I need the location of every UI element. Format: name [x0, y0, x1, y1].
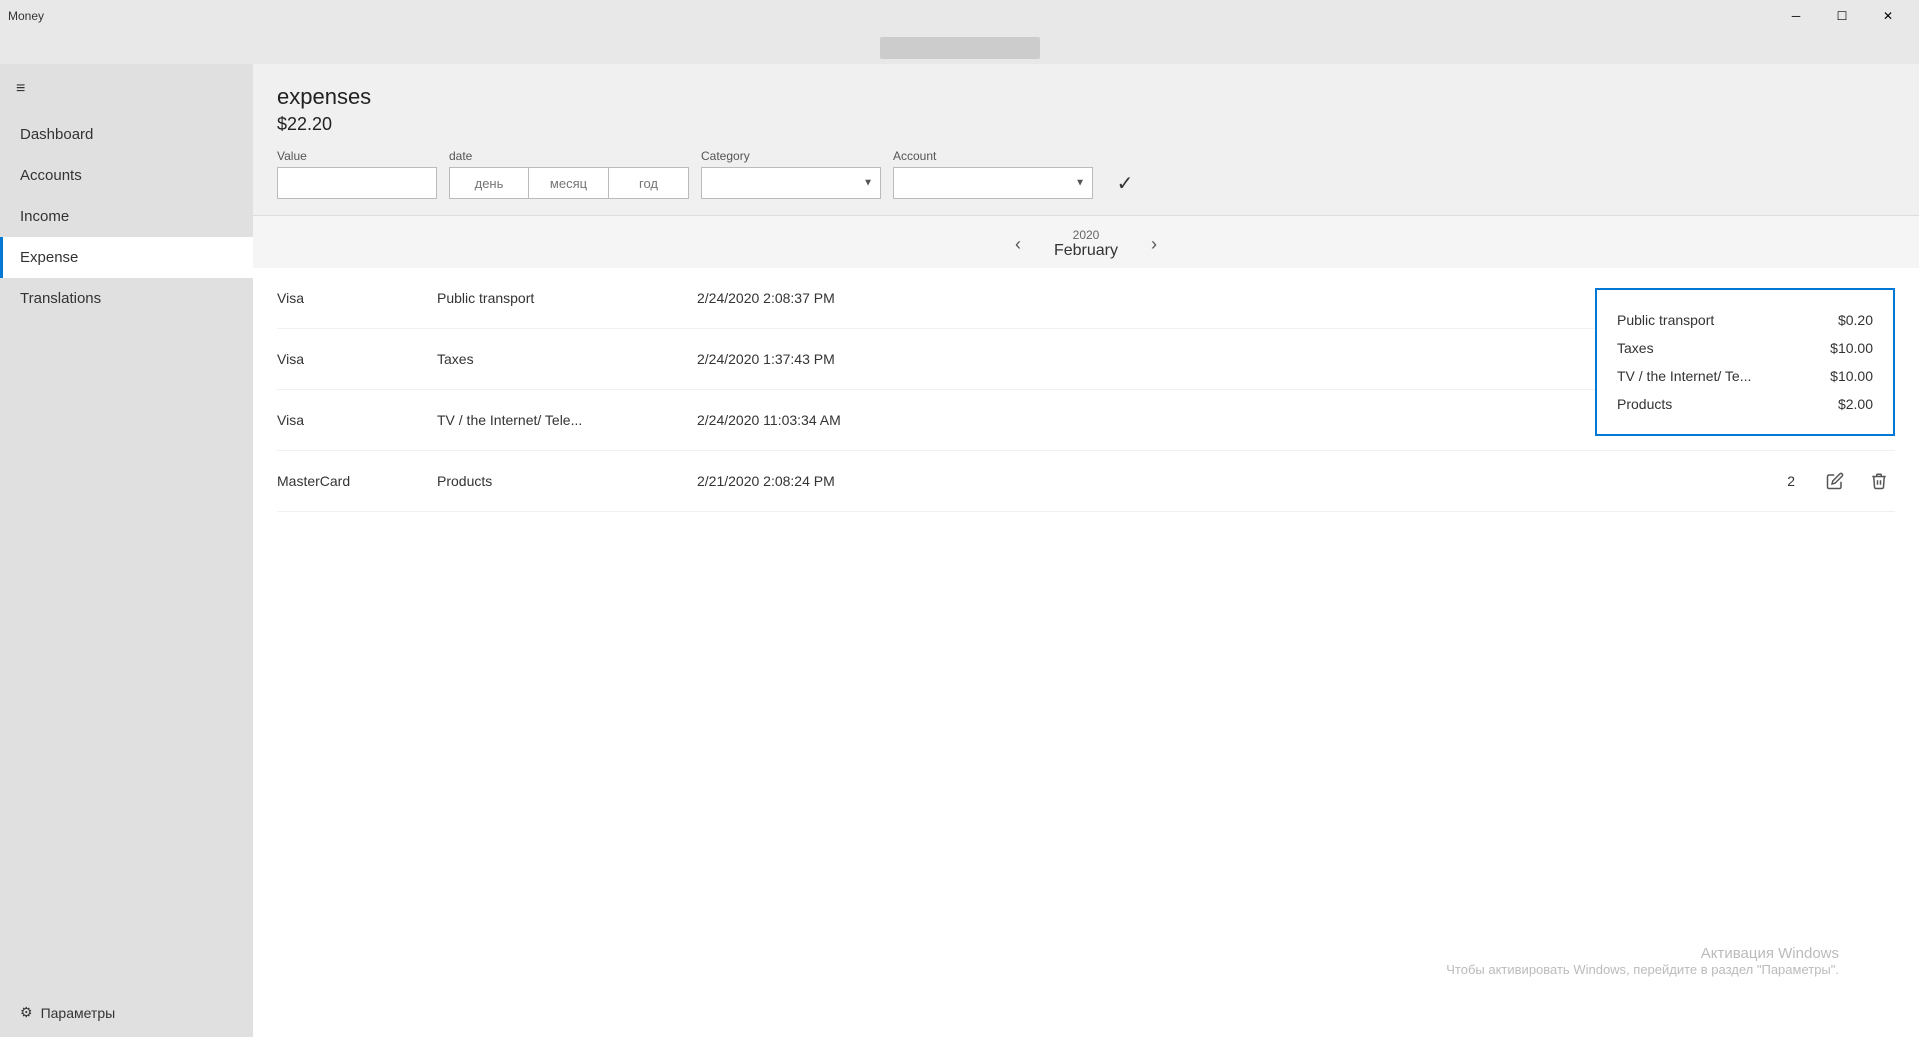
summary-row: Taxes $10.00 — [1617, 334, 1873, 362]
tx-account: MasterCard — [277, 473, 437, 489]
account-select[interactable] — [893, 167, 1093, 199]
tx-account: Visa — [277, 290, 437, 306]
category-label: Category — [701, 149, 881, 163]
summary-category: Public transport — [1617, 312, 1714, 328]
summary-panel: Public transport $0.20 Taxes $10.00 TV /… — [1595, 288, 1895, 436]
tx-category: Products — [437, 473, 697, 489]
searchbar-area — [0, 32, 1919, 64]
titlebar-controls: ─ ☐ ✕ — [1773, 0, 1911, 32]
edit-button[interactable] — [1819, 465, 1851, 497]
sidebar-item-accounts[interactable]: Accounts — [0, 155, 253, 196]
tx-date: 2/24/2020 11:03:34 AM — [697, 412, 1715, 428]
account-group: Account ▼ — [893, 149, 1093, 199]
value-input[interactable] — [277, 167, 437, 199]
transaction-row: MasterCard Products 2/21/2020 2:08:24 PM… — [277, 451, 1895, 512]
tx-category: Taxes — [437, 351, 697, 367]
page-amount: $22.20 — [277, 114, 1895, 135]
prev-month-button[interactable]: ‹ — [1002, 228, 1034, 260]
sidebar-item-dashboard[interactable]: Dashboard — [0, 114, 253, 155]
confirm-button[interactable]: ✓ — [1105, 167, 1145, 199]
app-body: ≡ DashboardAccountsIncomeExpenseTranslat… — [0, 64, 1919, 1037]
tx-date: 2/21/2020 2:08:24 PM — [697, 473, 1715, 489]
summary-amount: $0.20 — [1838, 312, 1873, 328]
top-form: expenses $22.20 Value date Category — [253, 64, 1919, 216]
titlebar-left: Money — [8, 9, 44, 23]
activation-watermark: Активация Windows Чтобы активировать Win… — [1446, 945, 1839, 977]
form-row: Value date Category — [277, 149, 1895, 199]
hamburger-menu[interactable]: ≡ — [0, 72, 253, 114]
tx-category: Public transport — [437, 290, 697, 306]
calendar-month-year: 2020 February — [1054, 228, 1118, 260]
date-day-input[interactable] — [449, 167, 529, 199]
sidebar-item-expense[interactable]: Expense — [0, 237, 253, 278]
calendar-year: 2020 — [1054, 228, 1118, 242]
tx-date: 2/24/2020 2:08:37 PM — [697, 290, 1715, 306]
activation-main-text: Активация Windows — [1446, 945, 1839, 962]
maximize-button[interactable]: ☐ — [1819, 0, 1865, 32]
summary-category: Products — [1617, 396, 1672, 412]
minimize-button[interactable]: ─ — [1773, 0, 1819, 32]
summary-amount: $10.00 — [1830, 340, 1873, 356]
search-bar[interactable] — [880, 37, 1040, 59]
tx-actions — [1819, 465, 1895, 497]
sidebar: ≡ DashboardAccountsIncomeExpenseTranslat… — [0, 64, 253, 1037]
summary-category: TV / the Internet/ Te... — [1617, 368, 1751, 384]
titlebar: Money ─ ☐ ✕ — [0, 0, 1919, 32]
main-content: expenses $22.20 Value date Category — [253, 64, 1919, 1037]
date-year-input[interactable] — [609, 167, 689, 199]
category-group: Category ▼ — [701, 149, 881, 199]
value-label: Value — [277, 149, 437, 163]
tx-account: Visa — [277, 351, 437, 367]
tx-account: Visa — [277, 412, 437, 428]
next-month-button[interactable]: › — [1138, 228, 1170, 260]
summary-container: Public transport $0.20 Taxes $10.00 TV /… — [1617, 306, 1873, 418]
summary-row: TV / the Internet/ Te... $10.00 — [1617, 362, 1873, 390]
tx-date: 2/24/2020 1:37:43 PM — [697, 351, 1715, 367]
tx-amount: 2 — [1715, 473, 1795, 489]
page-title: expenses — [277, 84, 1895, 110]
settings-nav-item[interactable]: ⚙ Параметры — [0, 988, 253, 1037]
summary-row: Products $2.00 — [1617, 390, 1873, 418]
account-select-wrapper: ▼ — [893, 167, 1093, 199]
date-group: date — [449, 149, 689, 199]
summary-row: Public transport $0.20 — [1617, 306, 1873, 334]
close-button[interactable]: ✕ — [1865, 0, 1911, 32]
activation-sub-text: Чтобы активировать Windows, перейдите в … — [1446, 962, 1839, 977]
settings-icon: ⚙ — [20, 1004, 33, 1021]
account-label: Account — [893, 149, 1093, 163]
category-select-wrapper: ▼ — [701, 167, 881, 199]
summary-amount: $2.00 — [1838, 396, 1873, 412]
sidebar-item-translations[interactable]: Translations — [0, 278, 253, 319]
app-name: Money — [8, 9, 44, 23]
date-inputs — [449, 167, 689, 199]
transaction-list: Visa Public transport 2/24/2020 2:08:37 … — [253, 268, 1919, 1037]
delete-button[interactable] — [1863, 465, 1895, 497]
date-month-input[interactable] — [529, 167, 609, 199]
calendar-nav: ‹ 2020 February › — [253, 216, 1919, 268]
sidebar-item-income[interactable]: Income — [0, 196, 253, 237]
value-group: Value — [277, 149, 437, 199]
category-select[interactable] — [701, 167, 881, 199]
nav-items: DashboardAccountsIncomeExpenseTranslatio… — [0, 114, 253, 319]
summary-category: Taxes — [1617, 340, 1654, 356]
summary-amount: $10.00 — [1830, 368, 1873, 384]
settings-label: Параметры — [41, 1005, 116, 1021]
tx-category: TV / the Internet/ Tele... — [437, 412, 697, 428]
date-label: date — [449, 149, 689, 163]
calendar-month: February — [1054, 242, 1118, 260]
